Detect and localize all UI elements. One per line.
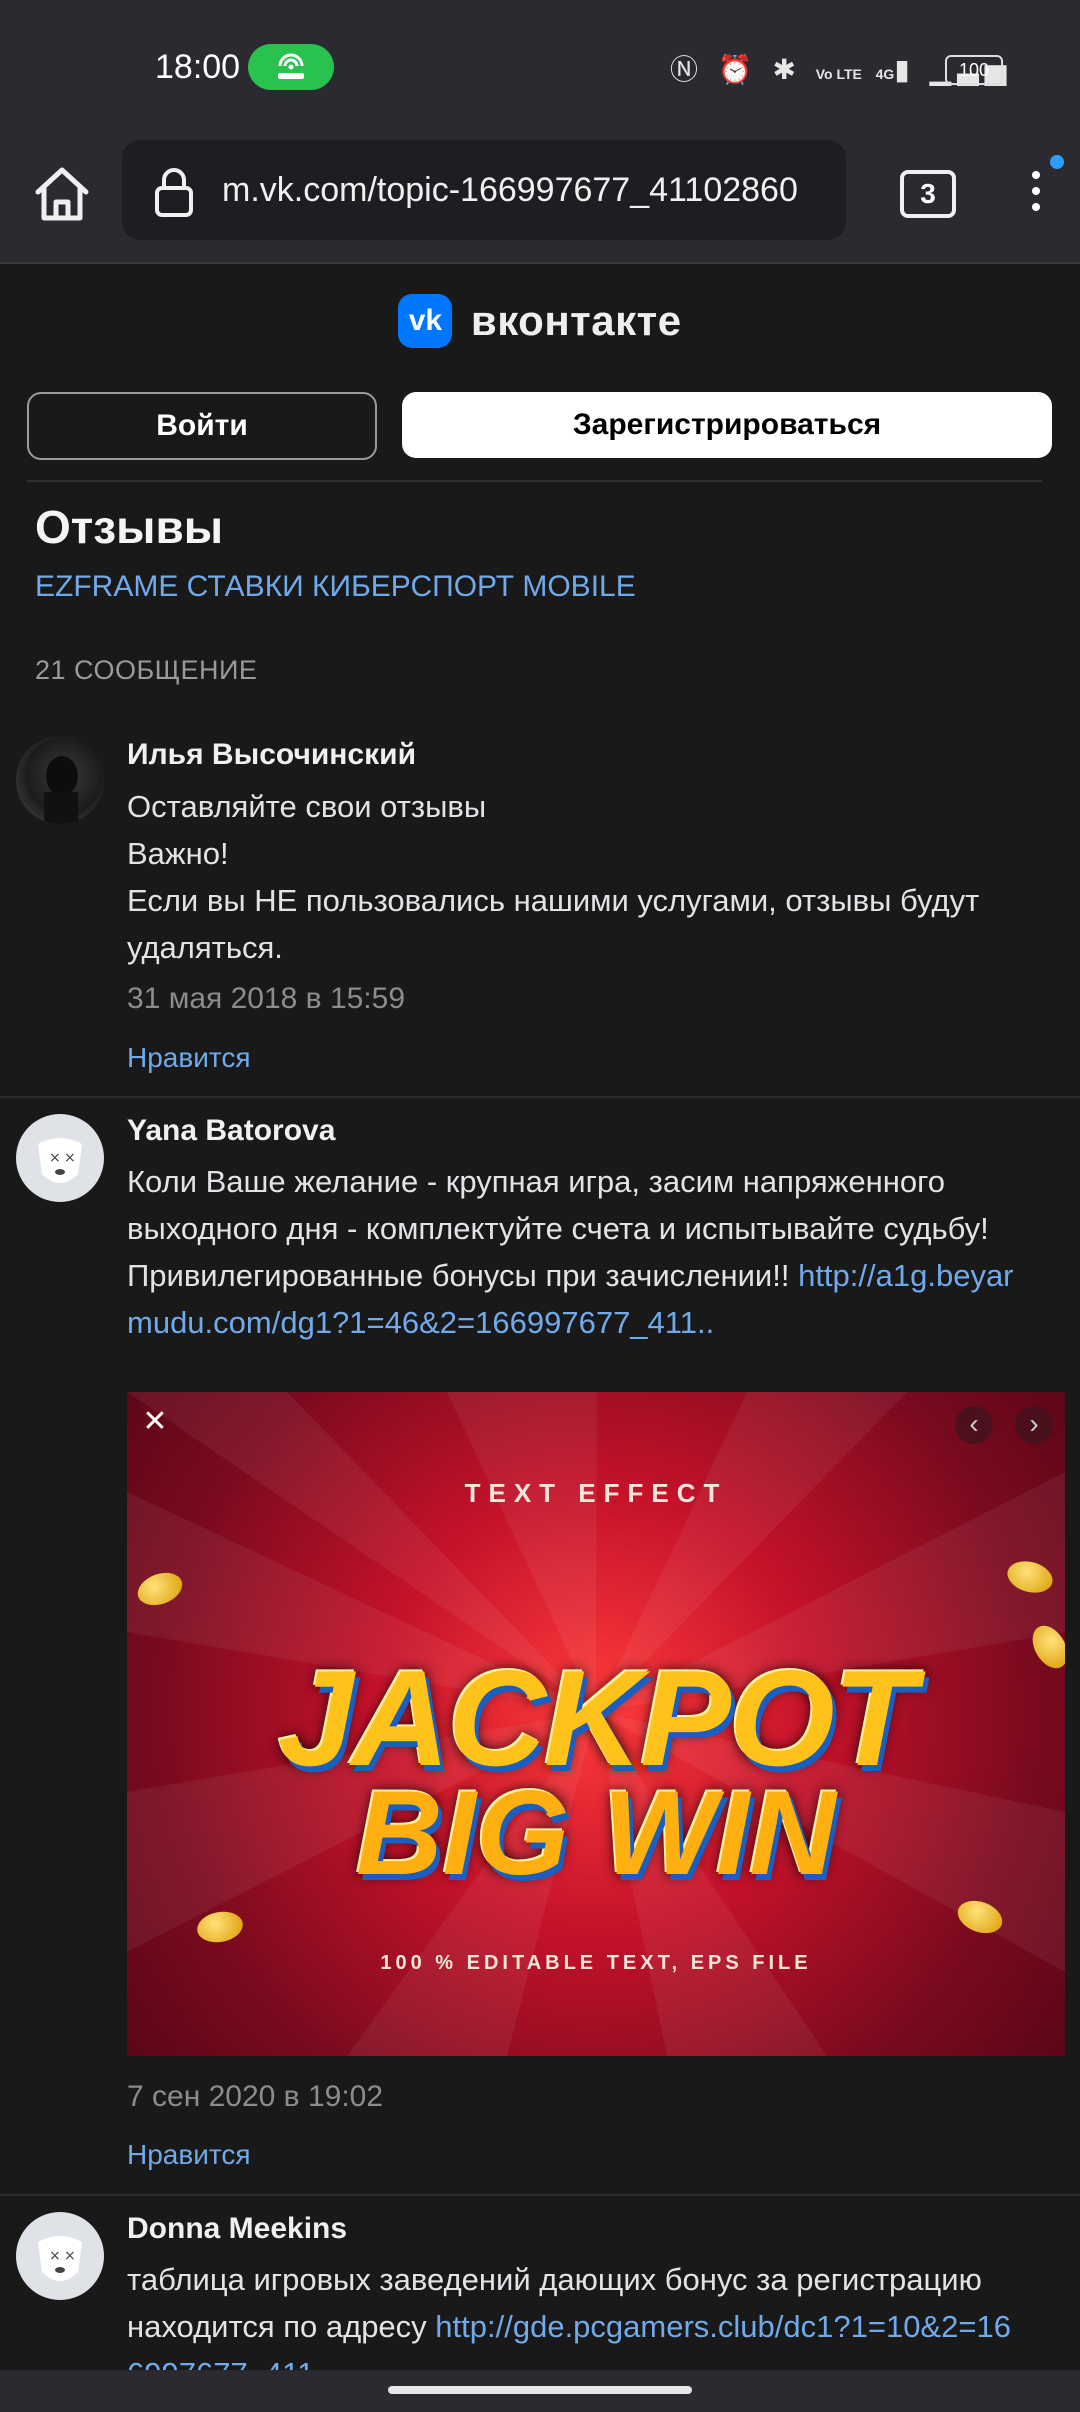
svg-text:×: × bbox=[64, 2248, 76, 2264]
post-text: таблица игровых заведений дающих бонус з… bbox=[127, 2256, 1027, 2370]
post-author[interactable]: Donna Meekins bbox=[127, 2212, 347, 2246]
svg-text:×: × bbox=[49, 2248, 61, 2264]
deleted-user-icon: × × bbox=[38, 2236, 82, 2281]
post-item: × × Donna Meekins таблица игровых заведе… bbox=[0, 0, 1080, 2370]
avatar[interactable]: × × bbox=[16, 2212, 104, 2300]
system-nav-bar bbox=[0, 2370, 1080, 2412]
home-gesture-bar[interactable] bbox=[388, 2386, 692, 2394]
